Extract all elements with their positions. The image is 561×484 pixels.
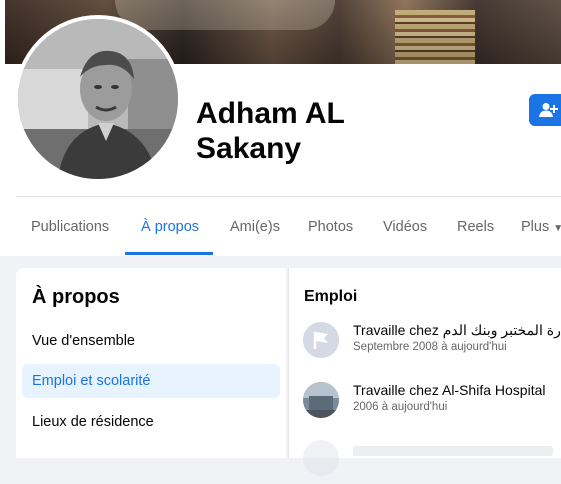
profile-header: Adham AL Sakany Publications À propos Am… [0,0,561,256]
job-title-truncated [353,446,553,456]
workplace-icon [303,440,339,476]
job-place-link[interactable]: Al-Shifa Hospital [442,382,546,398]
job-item[interactable]: Travaille chez Al-Shifa Hospital 2006 à … [303,382,561,426]
add-friend-icon [539,103,558,117]
about-title: À propos [32,286,120,308]
tab-publications[interactable]: Publications [31,208,109,252]
job-dates: Septembre 2008 à aujourd'hui [353,341,507,353]
tab-about[interactable]: À propos [141,208,199,252]
active-tab-indicator [125,252,213,255]
job-title: Travaille chez ارة المختبر وبنك الدم [353,322,561,339]
chevron-down-icon: ▼ [553,223,561,234]
job-dates: 2006 à aujourd'hui [353,401,448,413]
about-sidebar: À propos Vue d'ensemble Emploi et scolar… [16,268,286,458]
tab-videos[interactable]: Vidéos [383,208,427,252]
job-item-partial [303,440,561,484]
tab-photos[interactable]: Photos [308,208,353,252]
profile-avatar[interactable] [14,15,182,183]
about-item-work-education[interactable]: Emploi et scolarité [22,364,280,398]
employment-title: Emploi [304,288,358,305]
about-item-places[interactable]: Lieux de résidence [22,405,280,439]
about-content: Emploi Travaille chez ارة المختبر وبنك ا… [288,268,561,476]
job-title: Travaille chez Al-Shifa Hospital [353,382,545,398]
tab-friends[interactable]: Ami(e)s [230,208,280,252]
flag-icon [303,322,339,358]
job-item[interactable]: Travaille chez ارة المختبر وبنك الدم Sep… [303,322,561,366]
tab-reels[interactable]: Reels [457,208,494,252]
profile-name: Adham AL Sakany [196,97,345,165]
about-item-overview[interactable]: Vue d'ensemble [22,324,280,358]
job-prefix: Travaille chez [353,382,439,398]
hospital-icon [303,382,339,418]
job-prefix: Travaille chez [353,322,439,338]
job-place-link[interactable]: ارة المختبر وبنك الدم [443,322,561,338]
add-friend-button[interactable] [529,94,561,126]
tab-more-label: Plus [521,219,550,235]
header-divider [16,196,561,197]
tab-more[interactable]: Plus ▼ [521,208,561,252]
